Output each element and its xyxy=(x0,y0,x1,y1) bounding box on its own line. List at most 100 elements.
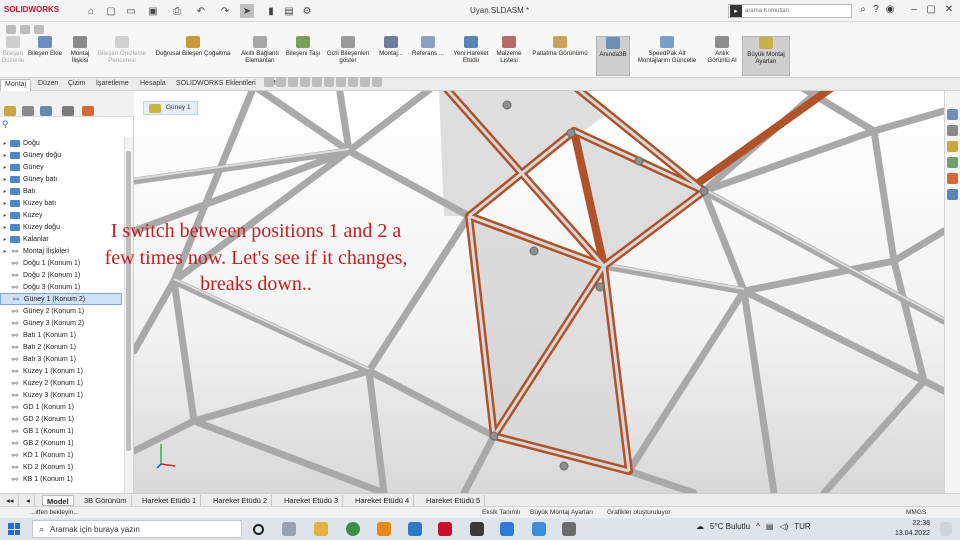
taskbar-search[interactable]: ⌕ Aramak için buraya yazın xyxy=(32,520,242,538)
expand-arrow-icon[interactable]: ▸ xyxy=(0,164,10,171)
feature-tree-icon[interactable] xyxy=(4,106,16,116)
tab-hareket-etudu-5[interactable]: Hareket Etüdü 5 xyxy=(422,495,486,506)
display-style-icon[interactable] xyxy=(324,77,334,87)
property-manager-icon[interactable] xyxy=(22,106,34,116)
new-motion-study-button[interactable]: Yeni Hareket Etüdü xyxy=(450,36,492,76)
tab-hesapla[interactable]: Hesapla xyxy=(136,79,170,91)
search-input[interactable] xyxy=(745,8,835,14)
grid-icon[interactable] xyxy=(34,25,44,34)
instant3d-button[interactable]: Anında3B xyxy=(596,36,630,76)
minimize-button[interactable]: – xyxy=(906,4,922,15)
tab-isaretleme[interactable]: İşaretleme xyxy=(92,79,133,91)
tab-hareket-etudu-4[interactable]: Hareket Etüdü 4 xyxy=(351,495,415,506)
expand-arrow-icon[interactable]: ▸ xyxy=(0,224,10,231)
appearances-icon[interactable] xyxy=(947,173,958,184)
bill-of-materials-button[interactable]: Malzeme Listesi xyxy=(494,36,524,76)
app-taskbar-icon[interactable] xyxy=(470,522,484,536)
reference-geometry-button[interactable]: Referans ... xyxy=(408,36,448,76)
nav-first-icon[interactable]: ◂◂ xyxy=(2,495,19,506)
status-units[interactable]: MMGS xyxy=(906,509,926,516)
edit-component-button[interactable]: Bileşen Düzenle xyxy=(2,36,24,76)
tree-mate-item[interactable]: ⚯ GB 2 (Konum 1) xyxy=(0,437,122,449)
tree-scrollbar-thumb[interactable] xyxy=(126,151,131,451)
select-pointer-icon[interactable]: ➤ xyxy=(240,4,254,18)
view-settings-icon[interactable] xyxy=(372,77,382,87)
tree-mate-item[interactable]: ⚯ Batı 2 (Konum 1) xyxy=(0,341,122,353)
tab-montaj[interactable]: Montaj xyxy=(0,79,32,91)
tree-folder[interactable]: ▸ Doğu xyxy=(0,137,122,149)
status-large-assembly[interactable]: Büyük Montaj Ayarları xyxy=(530,509,593,516)
edge-icon[interactable] xyxy=(532,522,546,536)
linear-pattern-button[interactable]: Doğrusal Bileşen Çoğaltma xyxy=(150,36,236,76)
tree-mate-item[interactable]: ⚯ Batı 3 (Konum 1) xyxy=(0,353,122,365)
file-explorer-icon[interactable] xyxy=(947,141,958,152)
tree-mate-item[interactable]: ⚯ KD 2 (Konum 1) xyxy=(0,461,122,473)
dimxpert-icon[interactable] xyxy=(62,106,74,116)
edit-appearance-icon[interactable] xyxy=(348,77,358,87)
tree-mate-item[interactable]: ⚯ Kuzey 2 (Konum 1) xyxy=(0,377,122,389)
vlc-icon[interactable] xyxy=(377,522,391,536)
selection-breadcrumb[interactable]: Güney 1 xyxy=(143,101,198,115)
tab-duzen[interactable]: Düzen xyxy=(34,79,62,91)
tray-chevron-icon[interactable]: ^ xyxy=(756,522,760,531)
open-folder-icon[interactable]: ▭ xyxy=(124,4,138,18)
restore-button[interactable]: ▢ xyxy=(923,4,939,15)
expand-arrow-icon[interactable]: ▸ xyxy=(0,152,10,159)
user-icon[interactable]: ◉ xyxy=(882,4,898,15)
cortana-icon[interactable] xyxy=(253,524,264,535)
tree-mate-item[interactable]: ⚯ KD 1 (Konum 1) xyxy=(0,449,122,461)
tree-mate-item[interactable]: ⚯ Kuzey 3 (Konum 1) xyxy=(0,389,122,401)
tab-hareket-etudu-2[interactable]: Hareket Etüdü 2 xyxy=(209,495,273,506)
tree-mate-item[interactable]: ⚯ KB 1 (Konum 1) xyxy=(0,473,122,485)
hide-show-items-icon[interactable] xyxy=(336,77,346,87)
weather-icon[interactable]: ☁ xyxy=(696,522,704,531)
tree-mate-item[interactable]: ⚯ Batı 1 (Konum 1) xyxy=(0,329,122,341)
notifications-icon[interactable] xyxy=(940,522,952,536)
close-button[interactable]: ✕ xyxy=(941,4,957,15)
expand-arrow-icon[interactable]: ▸ xyxy=(0,188,10,195)
tab-3b-gorunum[interactable]: 3B Görünüm xyxy=(80,495,132,506)
zoom-to-fit-icon[interactable] xyxy=(264,77,274,87)
tab-hareket-etudu-3[interactable]: Hareket Etüdü 3 xyxy=(280,495,344,506)
tree-mate-item[interactable]: ⚯ Güney 2 (Konum 1) xyxy=(0,305,122,317)
tree-mate-item[interactable]: ⚯ Kuzey 1 (Konum 1) xyxy=(0,365,122,377)
custom-properties-icon[interactable] xyxy=(947,189,958,200)
file-properties-icon[interactable]: ▤ xyxy=(282,4,296,18)
assembly-features-button[interactable]: Montaj... xyxy=(374,36,408,76)
rebuild-icon[interactable]: ▮ xyxy=(264,4,278,18)
expand-arrow-icon[interactable]: ▸ xyxy=(0,212,10,219)
command-search[interactable]: ▸ xyxy=(728,4,852,18)
chrome-icon[interactable] xyxy=(346,522,360,536)
new-file-icon[interactable]: ▢ xyxy=(104,4,118,18)
redo-icon[interactable]: ↷ xyxy=(218,4,232,18)
expand-arrow-icon[interactable]: ▸ xyxy=(0,200,10,207)
expand-arrow-icon[interactable]: ▸ xyxy=(0,236,10,243)
options-gear-icon[interactable]: ⚙ xyxy=(300,4,314,18)
network-icon[interactable]: ▤ xyxy=(766,522,774,531)
large-assembly-settings-button[interactable]: Büyük Montaj Ayarları xyxy=(742,36,790,76)
tab-cizim[interactable]: Çizim xyxy=(64,79,90,91)
file-explorer-taskbar-icon[interactable] xyxy=(314,522,328,536)
tab-hareket-etudu-1[interactable]: Hareket Etüdü 1 xyxy=(138,495,202,506)
volume-icon[interactable]: ◁) xyxy=(779,522,788,531)
solidworks-taskbar-icon[interactable] xyxy=(438,522,452,536)
smart-fasteners-button[interactable]: Akıllı Bağlantı Elemanları xyxy=(238,36,282,76)
photos-icon[interactable] xyxy=(408,522,422,536)
show-hidden-components-button[interactable]: Gizli Bileşenleri göster xyxy=(324,36,372,76)
word-icon[interactable] xyxy=(500,522,514,536)
list-icon[interactable] xyxy=(20,25,30,34)
speedpak-update-button[interactable]: SpeedPak Alt Montajlarını Güncelle xyxy=(632,36,702,76)
tree-mate-item[interactable]: ⚯ Güney 3 (Konum 2) xyxy=(0,317,122,329)
tree-mate-item[interactable]: ⚯ GD 1 (Konum 1) xyxy=(0,401,122,413)
tree-folder[interactable]: ▸ Güney doğu xyxy=(0,149,122,161)
home-icon[interactable]: ⌂ xyxy=(84,4,98,18)
tree-folder[interactable]: ▸ Güney xyxy=(0,161,122,173)
configuration-manager-icon[interactable] xyxy=(40,106,52,116)
task-view-icon[interactable] xyxy=(282,522,296,536)
solidworks-resources-icon[interactable] xyxy=(947,109,958,120)
component-preview-button[interactable]: Bileşen Önizleme Penceresi xyxy=(96,36,148,76)
weather-text[interactable]: 5°C Bulutlu xyxy=(710,522,750,531)
section-view-icon[interactable] xyxy=(300,77,310,87)
view-orientation-icon[interactable] xyxy=(312,77,322,87)
tab-model[interactable]: Model xyxy=(42,495,74,506)
